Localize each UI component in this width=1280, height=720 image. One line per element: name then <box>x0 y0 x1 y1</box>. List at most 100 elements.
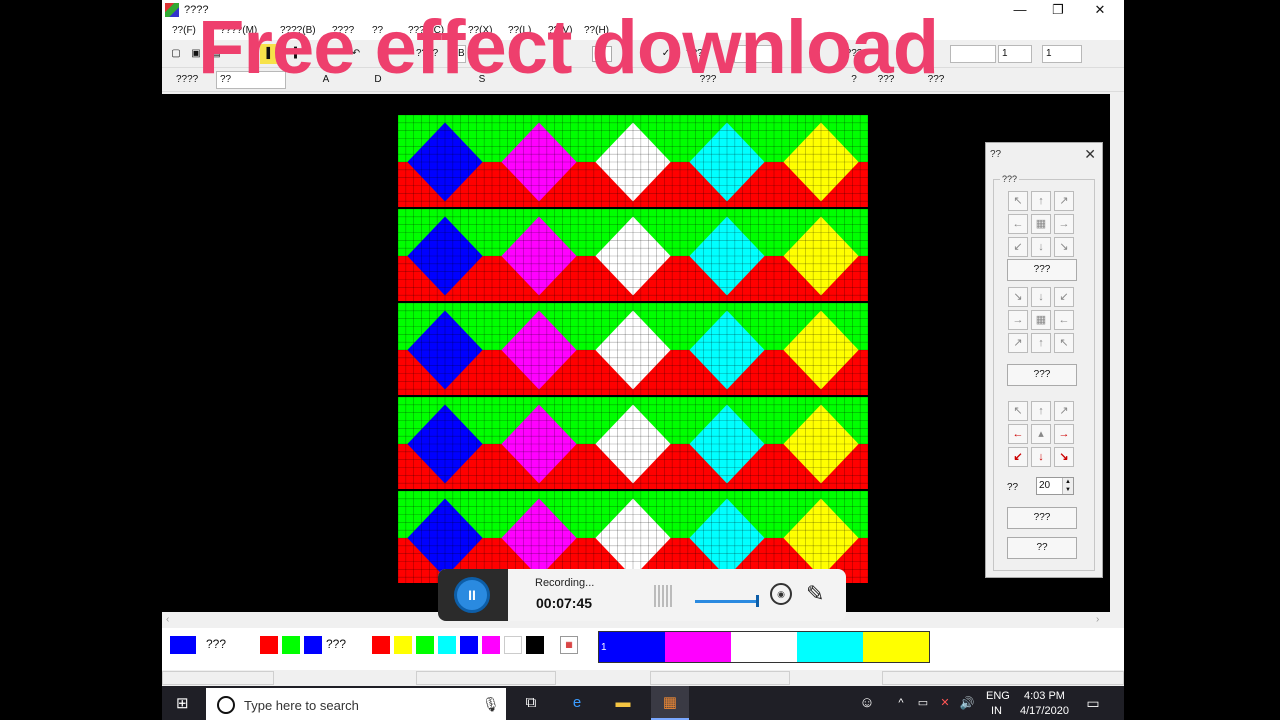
toolbar-field-3[interactable] <box>950 45 996 63</box>
palette-color-swatch[interactable] <box>482 636 500 654</box>
strip-segment[interactable] <box>665 632 731 662</box>
windows-start-icon[interactable]: ⊞ <box>176 696 192 712</box>
arrow-se-icon[interactable]: ↘ <box>1054 237 1074 257</box>
design-canvas[interactable] <box>162 94 1110 612</box>
notifications-icon[interactable]: ▭ <box>1082 692 1104 714</box>
strip-segment[interactable] <box>863 632 929 662</box>
color-strip[interactable]: 1 <box>598 631 930 663</box>
tool-panel-title: ?? <box>990 149 1002 160</box>
recent-color-swatch[interactable] <box>260 636 278 654</box>
screen: ???? — ❐ ✕ ??(F) ????(M) ????(B) ???? ??… <box>0 0 1280 720</box>
arrow-sw-icon[interactable]: ↙ <box>1054 287 1074 307</box>
clock-time[interactable]: 4:03 PM <box>1024 690 1065 702</box>
language-bottom[interactable]: IN <box>991 705 1002 717</box>
arrow-up-icon[interactable]: ↑ <box>1031 333 1051 353</box>
microphone-icon[interactable]: 🎙 <box>482 696 500 713</box>
arrow-left-icon[interactable]: ← <box>1054 310 1074 330</box>
people-icon[interactable]: ☺ <box>856 692 878 714</box>
palette-color-swatch[interactable] <box>526 636 544 654</box>
toolbar-field-4[interactable]: 1 <box>998 45 1032 63</box>
network-icon[interactable]: ▭ <box>912 692 934 714</box>
strip-segment[interactable] <box>599 632 665 662</box>
palette-color-swatch[interactable] <box>372 636 390 654</box>
screen-recorder-widget: II Recording... 00:07:45 ◉ ✎ <box>438 569 846 621</box>
scroll-left-icon[interactable]: ‹ <box>166 614 169 625</box>
center-icon[interactable]: ▴ <box>1031 424 1051 444</box>
arrow-left-red-icon[interactable]: ← <box>1008 424 1028 444</box>
recent-color-swatch[interactable] <box>282 636 300 654</box>
arrow-ne-icon[interactable]: ↗ <box>1054 401 1074 421</box>
tool-panel-button-4[interactable]: ?? <box>1007 537 1077 559</box>
arrow-left-icon[interactable]: ← <box>1008 214 1028 234</box>
pause-icon[interactable]: II <box>454 577 490 613</box>
palette-color-swatch[interactable] <box>504 636 522 654</box>
volume-slider-knob[interactable] <box>756 595 759 607</box>
recent-color-swatch[interactable] <box>304 636 322 654</box>
arrow-ne-icon[interactable]: ↗ <box>1008 333 1028 353</box>
clock-date[interactable]: 4/17/2020 <box>1020 705 1069 717</box>
arrow-nw-icon[interactable]: ↖ <box>1008 401 1028 421</box>
arrow-nw-icon[interactable]: ↖ <box>1054 333 1074 353</box>
arrow-sw-red-icon[interactable]: ↙ <box>1008 447 1028 467</box>
file-explorer-icon[interactable]: ▬ <box>612 692 634 714</box>
show-hidden-icons[interactable]: ^ <box>890 692 912 714</box>
shift-tool-panel: ?? ✕ ??? ↖ ↑ ↗ ← ▦ → ↙ ↓ ↘ ??? ↘ ↓ ↙ → ▦… <box>985 142 1103 578</box>
taskbar-search[interactable]: Type here to search 🎙 <box>206 688 506 720</box>
close-button[interactable]: ✕ <box>1080 0 1120 20</box>
arrow-right-icon[interactable]: → <box>1008 310 1028 330</box>
strip-segment[interactable] <box>731 632 797 662</box>
minimize-button[interactable]: — <box>1000 0 1040 20</box>
tool-panel-button-3[interactable]: ??? <box>1007 507 1077 529</box>
menu-file[interactable]: ??(F) <box>172 25 196 36</box>
arrow-up-icon[interactable]: ↑ <box>1031 401 1051 421</box>
status-cell <box>882 671 1124 685</box>
arrow-up-icon[interactable]: ↑ <box>1031 191 1051 211</box>
arrow-se-red-icon[interactable]: ↘ <box>1054 447 1074 467</box>
pattern-grid[interactable] <box>398 115 868 585</box>
arrow-down-icon[interactable]: ↓ <box>1031 287 1051 307</box>
network-error-icon[interactable]: ✕ <box>934 692 956 714</box>
arrow-right-icon[interactable]: → <box>1054 214 1074 234</box>
current-color-swatch[interactable] <box>170 636 196 654</box>
tool-panel-close-icon[interactable]: ✕ <box>1084 146 1096 163</box>
overlay-title: Free effect download <box>198 5 939 90</box>
palette-color-swatch[interactable] <box>394 636 412 654</box>
vertical-scrollbar[interactable] <box>1110 94 1124 612</box>
arrow-nw-icon[interactable]: ↖ <box>1008 191 1028 211</box>
pen-icon[interactable]: ✎ <box>806 581 824 607</box>
new-file-icon[interactable]: ▢ <box>166 44 186 64</box>
palette-editor-icon[interactable]: ▦ <box>560 636 578 654</box>
language-top[interactable]: ENG <box>986 690 1010 702</box>
tool-panel-button-2[interactable]: ??? <box>1007 364 1077 386</box>
active-app-tab[interactable]: ▦ <box>651 686 689 720</box>
strip-segment[interactable] <box>797 632 863 662</box>
toolbar-field-5[interactable]: 1 <box>1042 45 1082 63</box>
grid-center-icon[interactable]: ▦ <box>1031 214 1051 234</box>
pattern-app-icon[interactable]: ▦ <box>659 692 681 714</box>
toolbar2-label: ???? <box>176 74 199 85</box>
drag-handle-icon[interactable] <box>654 585 674 607</box>
arrow-sw-icon[interactable]: ↙ <box>1008 237 1028 257</box>
edge-icon[interactable]: e <box>566 692 588 714</box>
palette-color-swatch[interactable] <box>416 636 434 654</box>
tool-panel-button-1[interactable]: ??? <box>1007 259 1077 281</box>
grid-center-icon[interactable]: ▦ <box>1031 310 1051 330</box>
arrow-ne-icon[interactable]: ↗ <box>1054 191 1074 211</box>
cortana-icon[interactable] <box>217 696 235 714</box>
status-cell <box>162 671 274 685</box>
arrow-down-red-icon[interactable]: ↓ <box>1031 447 1051 467</box>
scroll-right-icon[interactable]: › <box>1096 614 1099 625</box>
volume-slider[interactable] <box>695 600 757 603</box>
arrow-down-icon[interactable]: ↓ <box>1031 237 1051 257</box>
maximize-button[interactable]: ❐ <box>1038 0 1078 20</box>
step-spinner[interactable]: 20 ▲ ▼ <box>1036 477 1074 495</box>
arrow-right-red-icon[interactable]: → <box>1054 424 1074 444</box>
task-view-icon[interactable]: ⧉ <box>520 692 542 714</box>
webcam-icon[interactable]: ◉ <box>770 583 792 605</box>
palette-color-swatch[interactable] <box>460 636 478 654</box>
arrow-se-icon[interactable]: ↘ <box>1008 287 1028 307</box>
volume-icon[interactable]: 🔊 <box>956 692 978 714</box>
palette-color-swatch[interactable] <box>438 636 456 654</box>
recording-status: Recording... <box>535 577 595 589</box>
spinner-arrows-icon[interactable]: ▲ ▼ <box>1062 478 1073 494</box>
